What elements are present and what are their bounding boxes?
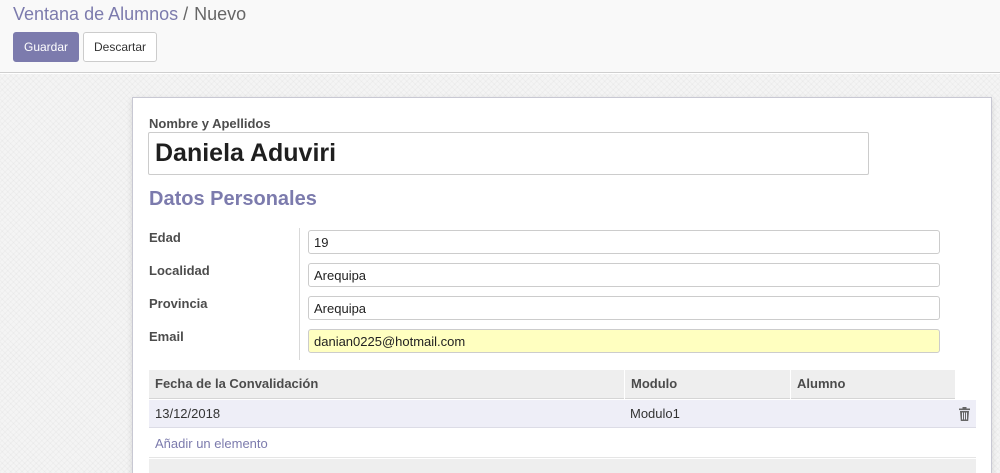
add-item-link[interactable]: Añadir un elemento <box>155 436 268 451</box>
table-header: Fecha de la Convalidación Modulo Alumno <box>149 370 955 399</box>
table-row[interactable]: 13/12/2018 Modulo1 <box>149 400 976 428</box>
column-header-fecha[interactable]: Fecha de la Convalidación <box>149 370 624 399</box>
section-title: Datos Personales <box>149 188 317 210</box>
column-header-alumno[interactable]: Alumno <box>790 370 955 399</box>
breadcrumb-current: Nuevo <box>194 4 247 24</box>
age-label: Edad <box>149 230 181 245</box>
locality-input[interactable] <box>308 263 940 287</box>
name-input[interactable] <box>148 132 869 175</box>
column-header-modulo[interactable]: Modulo <box>624 370 790 399</box>
breadcrumb-parent-link[interactable]: Ventana de Alumnos <box>13 4 178 24</box>
breadcrumb: Ventana de Alumnos / Nuevo <box>13 4 246 25</box>
form-sheet: Nombre y Apellidos Datos Personales Edad… <box>132 97 992 473</box>
table-footer <box>149 459 976 473</box>
trash-icon[interactable] <box>959 407 970 421</box>
discard-button[interactable]: Descartar <box>83 32 157 62</box>
email-label: Email <box>149 329 184 344</box>
control-panel: Ventana de Alumnos / Nuevo Guardar Descart… <box>0 0 1000 73</box>
locality-label: Localidad <box>149 263 210 278</box>
save-button[interactable]: Guardar <box>13 32 79 62</box>
cell-fecha: 13/12/2018 <box>155 406 221 421</box>
breadcrumb-separator: / <box>183 4 189 24</box>
name-label: Nombre y Apellidos <box>149 116 271 131</box>
email-input[interactable] <box>308 329 940 353</box>
province-label: Provincia <box>149 296 208 311</box>
age-input[interactable] <box>308 230 940 254</box>
province-input[interactable] <box>308 296 940 320</box>
cell-alumno <box>790 400 796 428</box>
label-divider <box>299 228 300 360</box>
cell-modulo: Modulo1 <box>630 406 680 421</box>
add-line-row: Añadir un elemento <box>149 429 976 458</box>
